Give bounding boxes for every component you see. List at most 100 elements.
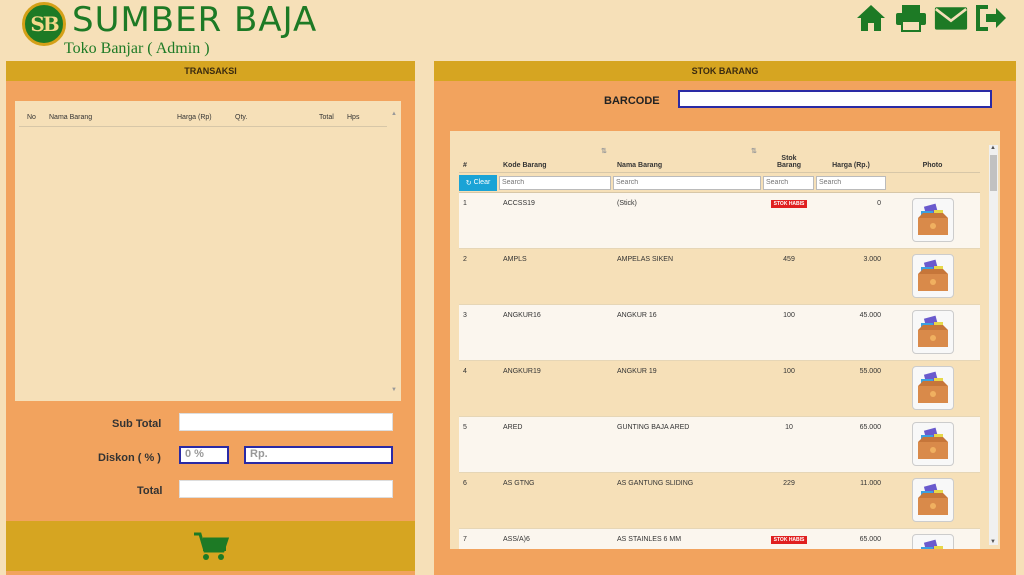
table-row[interactable]: 5 ARED GUNTING BAJA ARED 10 65.000 — [459, 417, 980, 473]
search-kode-input[interactable] — [499, 175, 611, 190]
scroll-down-icon[interactable]: ▼ — [391, 387, 397, 393]
cell-nama-barang: ANGKUR 16 — [617, 312, 657, 319]
cell-kode-barang: AS GTNG — [503, 480, 535, 487]
diskon-percent-field[interactable]: 0 % — [179, 446, 229, 464]
cell-nama-barang: AMPELAS SIKEN — [617, 256, 674, 263]
logo-text: SB — [30, 12, 59, 36]
table-row[interactable]: 3 ANGKUR16 ANGKUR 16 100 45.000 — [459, 305, 980, 361]
scroll-thumb[interactable] — [990, 155, 997, 191]
product-photo[interactable] — [911, 198, 954, 242]
cell-nama-barang: ANGKUR 19 — [617, 368, 657, 375]
cell-photo — [887, 366, 978, 416]
sort-asc-icon[interactable]: ⇅ — [601, 147, 607, 155]
product-photo[interactable] — [911, 478, 954, 522]
col-nama-barang: Nama Barang — [49, 114, 93, 121]
table-row[interactable]: 6 AS GTNG AS GANTUNG SLIDING 229 11.000 — [459, 473, 980, 529]
table-row[interactable]: 2 AMPLS AMPELAS SIKEN 459 3.000 — [459, 249, 980, 305]
stok-table-header: # Kode Barang Nama Barang Stok Barang Har… — [459, 143, 980, 173]
product-photo[interactable] — [911, 422, 954, 466]
cell-nama-barang: AS STAINLES 6 MM — [617, 536, 682, 543]
transaksi-title: TRANSAKSI — [6, 61, 415, 81]
product-photo[interactable] — [911, 366, 954, 410]
scroll-up-icon[interactable]: ▲ — [990, 145, 996, 151]
cart-table-container: No Nama Barang Harga (Rp) Qty. Total Hps… — [15, 101, 401, 401]
stok-filter-row: ↻ Clear — [459, 173, 980, 193]
stok-habis-badge: STOK HABIS — [770, 200, 808, 208]
clear-label: Clear — [473, 179, 491, 186]
search-nama-input[interactable] — [613, 175, 761, 190]
cell-no: 1 — [463, 200, 467, 207]
product-photo[interactable] — [911, 310, 954, 354]
cart-icon — [193, 532, 229, 560]
total-label: Total — [137, 485, 163, 497]
scroll-down-icon[interactable]: ▼ — [990, 539, 996, 545]
table-row[interactable]: 7 ASS/A)6 AS STAINLES 6 MM STOK HABIS 65.000 — [459, 529, 980, 549]
cell-harga: 3.000 — [863, 256, 881, 263]
cell-no: 3 — [463, 312, 467, 319]
table-row[interactable]: 1 ACCSS19 (Stick) STOK HABIS 0 — [459, 193, 980, 249]
sub-total-field[interactable] — [179, 413, 393, 431]
cell-no: 7 — [463, 536, 467, 543]
cell-kode-barang: ARED — [503, 424, 523, 431]
barcode-input[interactable] — [678, 90, 992, 108]
col-kode-barang[interactable]: Kode Barang — [499, 162, 613, 169]
refresh-icon: ↻ — [465, 179, 472, 187]
col-nama-barang[interactable]: Nama Barang — [613, 162, 763, 169]
cell-harga: 11.000 — [860, 480, 881, 487]
cell-stok: 100 — [783, 368, 795, 375]
cell-nama-barang: AS GANTUNG SLIDING — [617, 480, 694, 487]
diskon-rp-field[interactable]: Rp. — [244, 446, 393, 464]
col-hapus: Hps — [347, 114, 360, 121]
col-stok-barang[interactable]: Stok Barang — [763, 155, 815, 169]
logo: SB — [22, 2, 66, 46]
scroll-up-icon[interactable]: ▲ — [391, 111, 397, 117]
cell-harga: 45.000 — [859, 312, 881, 319]
mail-icon[interactable] — [934, 2, 968, 34]
stok-scrollbar[interactable]: ▲ ▼ — [989, 145, 998, 545]
store-subtitle: Toko Banjar ( Admin ) — [64, 40, 210, 57]
stok-rows: 1 ACCSS19 (Stick) STOK HABIS 0 2 AMPLS AMPELAS … — [459, 193, 980, 549]
product-photo[interactable] — [911, 534, 954, 549]
logout-icon[interactable] — [974, 2, 1008, 34]
cart-scrollbar[interactable]: ▲ ▼ — [389, 109, 399, 395]
cell-harga: 65.000 — [859, 424, 881, 431]
barcode-label: BARCODE — [604, 95, 660, 107]
cell-stok-wrap: 229 — [763, 480, 815, 528]
col-stok-line2: Barang — [776, 162, 802, 169]
print-icon[interactable] — [894, 2, 928, 34]
stok-table-container: # Kode Barang Nama Barang Stok Barang Har… — [450, 131, 1000, 549]
stok-habis-badge: STOK HABIS — [770, 536, 808, 544]
cell-stok-wrap: STOK HABIS — [763, 536, 815, 549]
cell-stok-wrap: 100 — [763, 312, 815, 360]
cell-stok: 459 — [783, 256, 795, 263]
stok-panel: STOK BARANG BARCODE # Kode Barang Nama B… — [434, 61, 1016, 575]
checkout-button[interactable] — [6, 521, 415, 571]
cell-photo — [887, 198, 978, 248]
product-photo[interactable] — [911, 254, 954, 298]
cell-photo — [887, 534, 978, 549]
cell-photo — [887, 254, 978, 304]
col-harga[interactable]: Harga (Rp.) — [815, 162, 887, 169]
cell-photo — [887, 422, 978, 472]
cell-stok-wrap: STOK HABIS — [763, 200, 815, 248]
col-qty: Qty. — [235, 114, 248, 121]
col-harga: Harga (Rp) — [177, 114, 212, 121]
table-row[interactable]: 4 ANGKUR19 ANGKUR 19 100 55.000 — [459, 361, 980, 417]
sort-icon[interactable]: ⇅ — [751, 147, 757, 155]
cell-nama-barang: GUNTING BAJA ARED — [617, 424, 690, 431]
clear-filter-button[interactable]: ↻ Clear — [459, 174, 497, 191]
col-no: # — [463, 162, 467, 169]
home-icon[interactable] — [854, 2, 888, 34]
col-stok-line1: Stok — [781, 155, 797, 162]
cell-harga: 55.000 — [859, 368, 881, 375]
total-field[interactable] — [179, 480, 393, 498]
cell-no: 4 — [463, 368, 467, 375]
cell-harga: 0 — [877, 200, 881, 207]
cell-harga: 65.000 — [859, 536, 881, 543]
search-stok-input[interactable] — [763, 175, 814, 190]
cell-stok: 100 — [783, 312, 795, 319]
cell-kode-barang: ASS/A)6 — [503, 536, 530, 543]
cell-stok-wrap: 10 — [763, 424, 815, 472]
search-harga-input[interactable] — [816, 175, 886, 190]
cell-photo — [887, 478, 978, 528]
